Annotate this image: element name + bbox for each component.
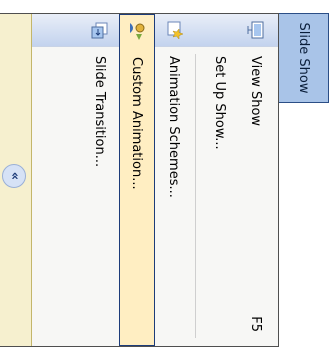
menu-item-animation-schemes[interactable]: Animation Schemes... — [156, 14, 192, 346]
set-up-show-icon-space — [202, 14, 238, 46]
projector-screen-icon — [238, 14, 274, 46]
animation-schemes-label: Animation Schemes... — [166, 56, 182, 198]
menu-item-view-show[interactable]: View Show F5 — [238, 14, 274, 346]
menu-item-custom-animation[interactable]: Custom Animation... — [119, 14, 155, 346]
view-show-shortcut: F5 — [248, 316, 264, 332]
menu-separator — [195, 54, 196, 338]
set-up-show-label: Set Up Show... — [212, 56, 228, 150]
expand-menu-bar[interactable]: « — [0, 14, 32, 346]
slide-transition-label: Slide Transition... — [92, 56, 108, 168]
custom-animation-icon — [119, 15, 155, 47]
slide-transition-icon — [82, 14, 118, 46]
custom-animation-label: Custom Animation... — [129, 57, 145, 190]
menu-title-slide-show[interactable]: Slide Show — [279, 13, 329, 103]
menu-item-slide-transition[interactable]: Slide Transition... — [82, 14, 118, 346]
menu-stage: Slide Show View Show F5 Set Up Show... A… — [0, 0, 329, 347]
menu-item-set-up-show[interactable]: Set Up Show... — [202, 14, 238, 346]
slide-show-dropdown: View Show F5 Set Up Show... Animation Sc… — [0, 13, 279, 347]
star-animation-icon — [156, 14, 192, 46]
chevron-double-icon[interactable]: « — [2, 164, 26, 188]
view-show-label: View Show — [248, 56, 264, 127]
